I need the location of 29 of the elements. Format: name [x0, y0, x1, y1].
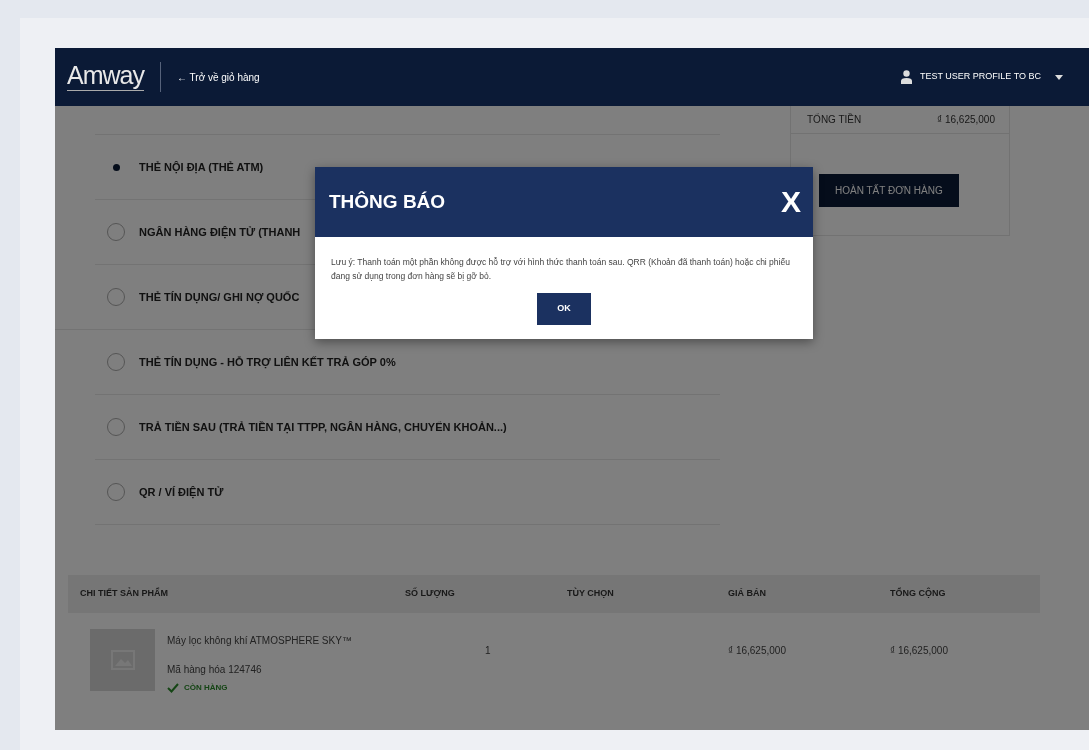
price-cell-text: ₫ 16,625,000 [728, 644, 786, 658]
user-icon [900, 70, 912, 84]
quantity-cell-text: 1 [485, 644, 491, 658]
total-cell-text: ₫ 16,625,000 [890, 644, 948, 658]
column-header: TỔNG CỘNG [890, 587, 947, 601]
option-label: QR / VÍ ĐIỆN TỬ [139, 484, 224, 501]
back-link[interactable]: ← Trở về giỏ hàng [176, 69, 260, 85]
total-label: TỔNG TIỀN [807, 112, 862, 127]
total-value: ₫ 16,625,000 [937, 113, 995, 127]
close-button[interactable]: X [781, 187, 801, 217]
user-name[interactable]: TEST USER PROFILE TO BC [919, 70, 1041, 84]
complete-order-button[interactable]: HOÀN TẤT ĐƠN HÀNG [819, 174, 959, 207]
option-label: THẺ TÍN DỤNG - HỖ TRỢ LIÊN KẾT TRẢ GÓP 0% [139, 354, 396, 371]
caret-icon[interactable] [1055, 74, 1063, 80]
column-header: CHI TIẾT SẢN PHẨM [80, 587, 169, 601]
stock-status: CÒN HÀNG [184, 682, 228, 694]
option-label: NGÂN HÀNG ĐIỆN TỬ (THANH [139, 224, 301, 241]
product-code: Mã hàng hóa 124746 [167, 663, 263, 677]
column-header: GIÁ BÁN [728, 587, 767, 601]
option-label: THẺ TÍN DỤNG/ GHI NỢ QUỐC [139, 289, 300, 306]
column-header: SỐ LƯỢNG [405, 587, 456, 601]
option-label: THẺ NỘI ĐỊA (THẺ ATM) [139, 159, 264, 176]
logo: Amway [67, 63, 144, 91]
option-label: TRẢ TIỀN SAU (TRẢ TIỀN TẠI TTPP, NGÂN HÀNG, CHUYỂN KHOẢN...) [139, 419, 507, 436]
column-header: TÙY CHỌN [567, 587, 615, 601]
dialog-title: THÔNG BÁO [329, 189, 446, 214]
dialog-message: Lưu ý: Thanh toán một phần không được hỗ trợ với hình thức thanh toán sau. QRR (Khoản đã thanh toán) hoặc chi phiếu đang sử dụng trong đơn hàng sẽ bị gỡ bỏ. [330, 256, 791, 283]
product-name: Máy lọc không khí ATMOSPHERE SKY™ [167, 634, 352, 648]
ok-button[interactable]: OK [537, 293, 591, 326]
